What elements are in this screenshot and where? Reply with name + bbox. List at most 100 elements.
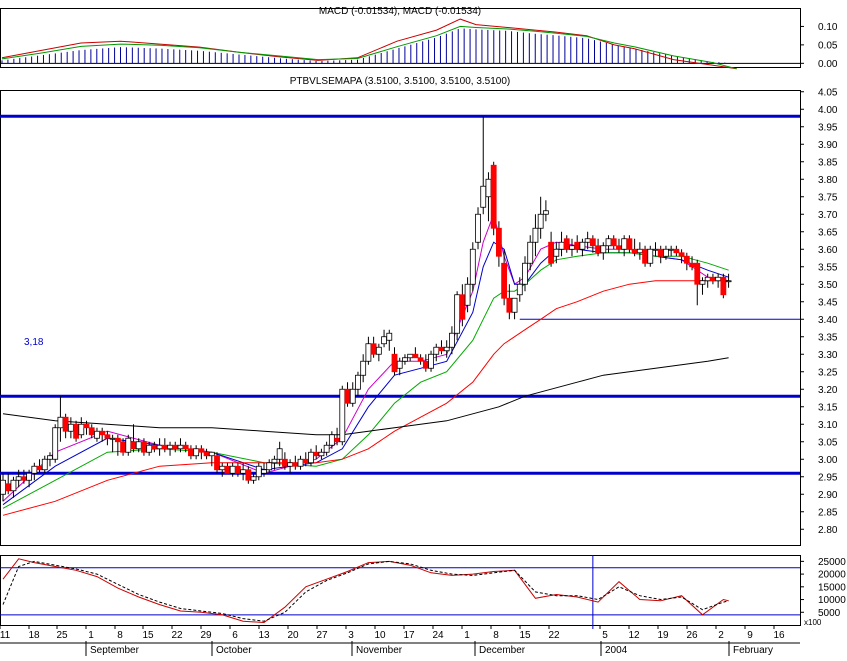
day-label: 6 [232,630,238,641]
candle-body [589,238,596,247]
candle-body [349,388,356,404]
candle-body [208,451,215,457]
candle-body [151,444,158,450]
oscillator-ytick-label: 25000 [818,557,846,568]
candle-body [495,227,502,257]
candle-body [287,462,294,467]
day-label: 9 [747,630,753,641]
candle-body [710,276,716,282]
candle-body [469,248,476,285]
candle-body [323,444,330,453]
candle-body [120,441,126,453]
candle-body [407,353,414,359]
candle-body [229,465,236,474]
candle-body [177,444,184,450]
candle-body [172,444,179,450]
day-label: 27 [316,630,328,641]
candle-body [156,444,163,450]
candle-body [47,455,53,460]
price-ytick-label: 2.80 [818,525,838,536]
candle-body [31,465,38,474]
candle-body [668,248,675,251]
candle-body [73,423,79,439]
price-ytick-label: 4.00 [818,105,838,116]
candle-body [52,427,59,460]
price-ytick-label: 3.80 [818,175,838,186]
price-ytick-label: 3.55 [818,262,838,273]
day-label: 8 [117,630,123,641]
oscillator-line-1 [2,560,729,622]
candle-body [464,283,471,306]
candle-body [548,241,554,264]
day-label: 15 [142,630,154,641]
candle-body [532,227,539,243]
candle-body [558,241,565,250]
day-label: 19 [657,630,669,641]
candle-body [516,283,523,296]
macd-title: MACD (-0.01534), MACD (-0.01534) [319,6,481,17]
candle-body [167,444,173,450]
day-label: 5 [602,630,608,641]
candle-body [725,280,732,283]
candle-body [57,416,64,429]
candle-body [125,437,132,453]
candle-body [569,245,575,250]
price-ytick-label: 3.75 [818,192,838,203]
candle-body [161,444,168,450]
macd-ytick-label: 0.10 [818,22,838,33]
candle-body [683,255,690,264]
oscillator-ytick-label: 5000 [818,608,841,619]
day-label: 3 [348,630,354,641]
price-ytick-label: 2.95 [818,472,838,483]
candle-body [104,434,111,439]
month-label: November [356,645,403,656]
candle-body [20,476,27,481]
day-label: 8 [493,630,499,641]
candle-body [219,465,226,471]
price-ytick-label: 3.35 [818,332,838,343]
candle-body [214,455,220,471]
candle-body [438,346,445,352]
candle-body [135,441,142,450]
macd-ytick-label: 0.00 [818,59,838,70]
candle-body [506,297,513,313]
day-label: 10 [374,630,386,641]
candle-body [501,262,508,299]
candle-body [62,416,69,432]
day-label: 20 [287,630,299,641]
candle-body [94,430,100,439]
candle-body [563,238,570,250]
day-label: 24 [432,630,444,641]
candle-body [188,448,194,457]
oscillator-line-0 [2,558,729,624]
day-label: 12 [628,630,640,641]
candle-body [600,245,607,254]
candle-body [527,241,534,264]
price-annotation: 3,18 [24,337,44,348]
candle-body [308,451,314,464]
candle-body [261,469,267,474]
day-label: 1 [464,630,470,641]
macd-ytick-label: 0.05 [818,40,838,51]
candle-body [114,437,121,443]
candle-body [5,483,12,492]
candle-body [417,357,424,362]
candle-body [595,245,601,254]
candle-body [266,462,273,471]
candle-body [475,213,481,243]
candle-body [631,248,638,254]
candle-body [292,462,299,467]
price-ytick-label: 3.95 [818,122,838,133]
candle-body [621,238,628,250]
candle-body [610,238,617,247]
month-label: 2004 [605,645,628,656]
candle-body [699,280,706,285]
month-label: February [733,645,773,656]
month-label: September [90,645,140,656]
price-ytick-label: 2.85 [818,507,838,518]
candle-body [422,360,429,369]
candle-body [381,336,387,345]
candle-body [537,213,544,229]
candle-body [370,343,377,355]
candle-body [193,448,200,457]
